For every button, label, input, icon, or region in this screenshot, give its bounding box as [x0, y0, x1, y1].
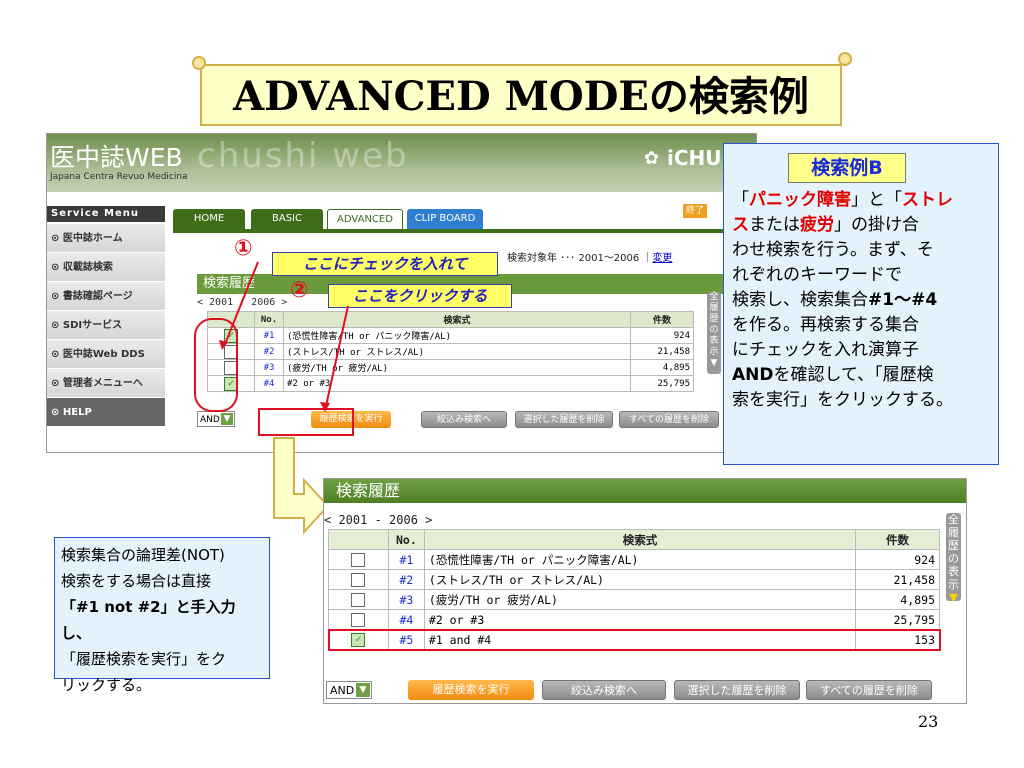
operator-value: AND [330, 684, 355, 697]
keyword-fatigue: 疲労 [800, 215, 834, 235]
text-line: 「パニック障害」と「ストレ [732, 188, 994, 213]
header-check [328, 529, 389, 550]
header-query: 検索式 [423, 529, 857, 550]
narrow-search-button[interactable]: 絞込み検索へ [542, 680, 666, 700]
delete-all-button[interactable]: すべての履歴を削除 [806, 680, 932, 700]
row-check-cell [328, 569, 389, 590]
show-all-history-tab[interactable]: 全履歴の表示 ▼ [946, 513, 961, 604]
side-tab-label: 全履歴の表示 [948, 513, 959, 591]
note-line: 検索をする場合は直接 [61, 572, 212, 590]
text-line: れぞれのキーワードで [732, 265, 902, 285]
history-count: 4,895 [855, 589, 940, 610]
keyword-stress-end: ス [732, 215, 749, 235]
flow-arrow-shape [273, 437, 330, 535]
history-query: #1 and #4 [423, 629, 857, 650]
delete-selected-button[interactable]: 選択した履歴を削除 [674, 680, 800, 700]
note-line: 「#1 not #2」と手入力し、 [61, 598, 236, 642]
note-line: リックする。 [61, 676, 152, 694]
history-query: (ストレス/TH or ストレス/AL) [423, 569, 857, 590]
history-number: #4 [387, 609, 425, 630]
history-count: 924 [855, 549, 940, 570]
set-range: #1～#4 [868, 290, 938, 310]
row-check-cell: ✓ [328, 629, 389, 650]
table-row-new-result: ✓ #5 #1 and #4 153 [327, 628, 941, 651]
year-range: < 2001 - 2006 > [324, 513, 433, 527]
operator-select[interactable]: AND ▼ [326, 681, 372, 699]
history-button-row: AND ▼ 履歴検索を実行 絞込み検索へ 選択した履歴を削除 すべての履歴を削除 [324, 679, 966, 701]
history-query: (恐慌性障害/TH or パニック障害/AL) [423, 549, 857, 570]
history-count: 21,458 [855, 569, 940, 590]
header-count: 件数 [855, 529, 940, 550]
text-span: 」と「 [851, 190, 902, 210]
run-history-search-button[interactable]: 履歴検索を実行 [408, 680, 534, 700]
example-b-title: 検索例B [788, 153, 906, 183]
history-checkbox[interactable] [351, 552, 366, 567]
example-b-box: 検索例B 「パニック障害」と「ストレ スまたは疲労」の掛け合 わせ検索を行う。ま… [723, 143, 999, 465]
text-span: 「 [732, 190, 749, 210]
table-row: #2 (ストレス/TH or ストレス/AL) 21,458 [328, 569, 940, 590]
table-row: #1 (恐慌性障害/TH or パニック障害/AL) 924 [328, 549, 940, 570]
example-b-text: 「パニック障害」と「ストレ スまたは疲労」の掛け合 わせ検索を行う。まず、そ れ… [732, 188, 994, 413]
history-checkbox[interactable] [351, 592, 366, 607]
triangle-down-icon: ▼ [949, 591, 958, 604]
history-table: No. 検索式 件数 #1 (恐慌性障害/TH or パニック障害/AL) 92… [327, 529, 941, 651]
text-span: または [749, 215, 800, 235]
text-line: スまたは疲労」の掛け合 [732, 213, 994, 238]
text-line: 索を実行」をクリックする。 [732, 390, 953, 410]
history-checkbox[interactable] [351, 572, 366, 587]
arrow-line-one [224, 261, 259, 345]
history-number: #1 [387, 549, 425, 570]
arrow-line-two [325, 305, 349, 407]
row-check-cell [328, 609, 389, 630]
chevron-down-icon: ▼ [356, 683, 370, 697]
operator-and: AND [732, 365, 774, 385]
row-check-cell [328, 589, 389, 610]
history-checkbox[interactable]: ✓ [351, 632, 366, 647]
row-check-cell [328, 549, 389, 570]
arrow-head-two [320, 402, 330, 412]
text-line: にチェックを入れ演算子 [732, 340, 919, 360]
note-line: 検索集合の論理差(NOT) [61, 546, 225, 564]
text-line: ANDを確認して、「履歴検 [732, 363, 994, 388]
history-checkbox[interactable] [351, 612, 366, 627]
text-line: わせ検索を行う。まず、そ [732, 240, 934, 260]
table-row: #3 (疲労/TH or 疲労/AL) 4,895 [328, 589, 940, 610]
text-span: 」の掛け合 [834, 215, 919, 235]
history-query: (疲労/TH or 疲労/AL) [423, 589, 857, 610]
text-span: 検索し、検索集合 [732, 290, 868, 310]
table-header-row: No. 検索式 件数 [328, 529, 940, 550]
table-row: #4 #2 or #3 25,795 [328, 609, 940, 630]
header-no: No. [387, 529, 425, 550]
history-count: 153 [855, 629, 940, 650]
history-count: 25,795 [855, 609, 940, 630]
history-number: #2 [387, 569, 425, 590]
note-line: 「履歴検索を実行」をク [61, 650, 227, 668]
history-number: #5 [387, 629, 425, 650]
screenshot-history-result: 検索履歴 < 2001 - 2006 > No. 検索式 件数 #1 (恐慌性障… [323, 478, 967, 704]
not-search-note: 検索集合の論理差(NOT) 検索をする場合は直接 「#1 not #2」と手入力… [54, 537, 270, 694]
keyword-stress: ストレ [902, 190, 953, 210]
history-query: #2 or #3 [423, 609, 857, 630]
keyword-panic: パニック障害 [749, 190, 851, 210]
history-number: #3 [387, 589, 425, 610]
text-line: 検索し、検索集合#1～#4 [732, 288, 994, 313]
text-line: を作る。再検索する集合 [732, 315, 919, 335]
section-title: 検索履歴 [324, 479, 966, 503]
text-span: を確認して、「履歴検 [773, 365, 934, 385]
page-number: 23 [918, 712, 939, 731]
